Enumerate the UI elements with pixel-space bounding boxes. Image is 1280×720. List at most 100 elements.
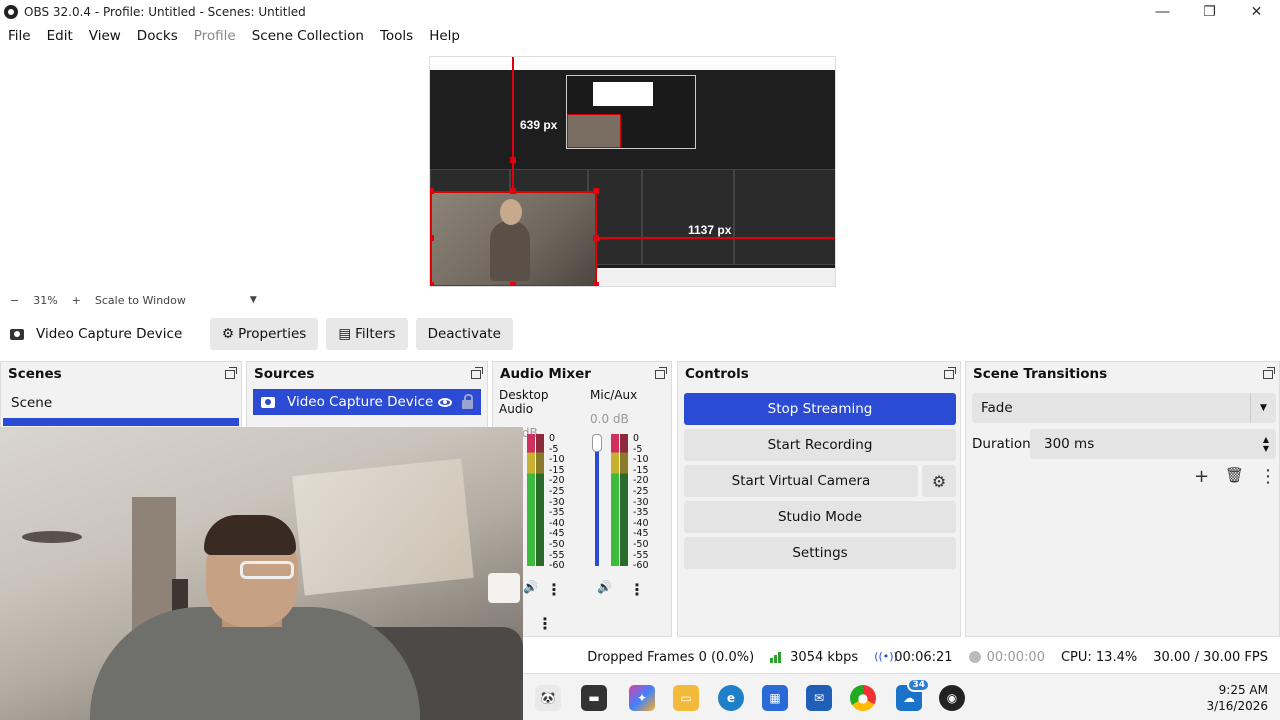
resize-handle[interactable]	[593, 235, 599, 241]
scenes-title: Scenes	[8, 366, 62, 382]
studio-mode-button[interactable]: Studio Mode	[684, 501, 956, 533]
undock-icon[interactable]	[1263, 366, 1275, 379]
teams-chat-icon[interactable]: ☁ 34	[896, 678, 930, 711]
deactivate-button[interactable]: Deactivate	[415, 318, 513, 350]
menu-profile[interactable]: Profile	[186, 28, 244, 44]
close-button[interactable]: ✕	[1233, 0, 1280, 23]
mic-volume-knob[interactable]	[592, 434, 602, 452]
outlook-icon[interactable]: ✉	[806, 685, 832, 711]
resize-handle[interactable]	[430, 235, 434, 241]
resize-handle[interactable]	[593, 188, 599, 194]
status-bar: Dropped Frames 0 (0.0%) 3054 kbps ((•)) …	[523, 647, 1280, 667]
mic-aux-meter	[611, 434, 619, 566]
menu-file[interactable]: File	[0, 28, 39, 44]
obs-taskbar-icon[interactable]: ◉	[939, 685, 965, 711]
zoom-in-button[interactable]: +	[72, 294, 81, 307]
stop-streaming-button[interactable]: Stop Streaming	[684, 393, 956, 425]
duration-spinbox[interactable]: 300 ms ▲ ▼	[1030, 429, 1276, 459]
undock-icon[interactable]	[225, 366, 237, 379]
bitrate-indicator: 3054 kbps	[770, 650, 858, 665]
gear-icon: ⚙	[222, 326, 235, 342]
record-icon	[968, 651, 981, 663]
person-hair	[204, 515, 296, 555]
resize-handle[interactable]	[430, 282, 434, 286]
menu-bar: File Edit View Docks Profile Scene Colle…	[0, 23, 1280, 48]
transition-select[interactable]: Fade ▼	[972, 393, 1276, 423]
undock-icon[interactable]	[471, 366, 483, 379]
kebab-menu-icon[interactable]	[629, 580, 645, 599]
microsoft-store-icon[interactable]: ▦	[762, 685, 788, 711]
resize-handle[interactable]	[510, 282, 516, 286]
filter-icon: ▤	[338, 326, 352, 342]
scene-list-item-selected[interactable]	[3, 418, 239, 426]
menu-edit[interactable]: Edit	[39, 28, 81, 44]
resize-handle[interactable]	[593, 282, 599, 286]
camera-icon	[261, 396, 275, 408]
mic-aux-channel: Mic/Aux 0.0 dB	[590, 388, 638, 426]
scale-mode-select[interactable]: Scale to Window	[95, 294, 186, 307]
add-transition-plus-icon[interactable]: +	[1194, 466, 1209, 487]
spin-arrows-icon[interactable]: ▲ ▼	[1256, 429, 1276, 459]
db-scale: 0 -5 -10 -15 -20 -25 -30 -35 -40 -45 -50 -55 -60	[633, 433, 649, 572]
filters-button[interactable]: ▤ Filters	[326, 318, 408, 350]
controls-title: Controls	[685, 366, 749, 382]
nested-menu-bar	[430, 64, 835, 70]
start-recording-button[interactable]: Start Recording	[684, 429, 956, 461]
scene-list-item[interactable]: Scene	[3, 392, 239, 414]
nested-preview	[566, 75, 696, 149]
speaker-icon[interactable]: 🔊	[523, 580, 538, 594]
chrome-browser-icon[interactable]: ●	[850, 685, 876, 711]
speaker-icon[interactable]: 🔊	[597, 580, 612, 594]
system-clock[interactable]: 9:25 AM 3/16/2026	[1206, 682, 1268, 714]
menu-docks[interactable]: Docks	[129, 28, 186, 44]
selected-source-bounding-box[interactable]	[430, 191, 597, 286]
window-controls: ― ❐ ✕	[1139, 0, 1280, 23]
lamp	[488, 573, 520, 603]
properties-button[interactable]: ⚙ Properties	[210, 318, 319, 350]
copilot-icon[interactable]: ✦	[629, 685, 655, 711]
windows-taskbar: 🐼 ▬ ✦ ▭ e ▦ ✉ ● ☁ 34 ◉ 9:25 AM 3/16/2026	[523, 673, 1280, 720]
resize-handle[interactable]	[510, 188, 516, 194]
zoom-out-button[interactable]: −	[10, 294, 19, 307]
undock-icon[interactable]	[655, 366, 667, 379]
menu-scene-collection[interactable]: Scene Collection	[244, 28, 372, 44]
menu-help[interactable]: Help	[421, 28, 468, 44]
preview-canvas[interactable]: 639 px 1137 px	[429, 56, 836, 287]
terminal-icon[interactable]: ▬	[581, 685, 607, 711]
dropped-frames: Dropped Frames 0 (0.0%)	[587, 649, 755, 665]
maximize-button[interactable]: ❐	[1186, 0, 1233, 23]
nested-title-bar	[430, 57, 835, 64]
start-virtual-camera-button[interactable]: Start Virtual Camera	[684, 465, 918, 497]
lock-icon[interactable]	[462, 393, 473, 409]
kebab-menu-icon[interactable]	[546, 580, 562, 599]
remove-transition-trash-icon[interactable]: 🗑	[1225, 466, 1244, 484]
signal-bars-icon	[770, 651, 784, 663]
transition-kebab-menu-icon[interactable]: ⋮	[1259, 466, 1277, 487]
scene-transitions-title: Scene Transitions	[973, 366, 1108, 382]
panda-app-icon[interactable]: 🐼	[535, 685, 561, 711]
fps-indicator: 30.00 / 30.00 FPS	[1153, 649, 1268, 665]
kebab-menu-icon[interactable]	[537, 614, 553, 633]
resize-handle[interactable]	[430, 188, 434, 194]
menu-tools[interactable]: Tools	[372, 28, 421, 44]
settings-button[interactable]: Settings	[684, 537, 956, 569]
menu-view[interactable]: View	[81, 28, 129, 44]
minimize-button[interactable]: ―	[1139, 0, 1186, 23]
edge-browser-icon[interactable]: e	[718, 685, 744, 711]
mic-volume-slider[interactable]	[595, 434, 599, 566]
camera-icon	[10, 328, 24, 340]
selected-source-name: Video Capture Device	[10, 326, 210, 342]
source-list-item[interactable]: Video Capture Device	[253, 389, 481, 415]
undock-icon[interactable]	[944, 366, 956, 379]
webcam-overlay-video	[0, 427, 523, 720]
visibility-eye-icon[interactable]	[438, 397, 452, 407]
resize-handle[interactable]	[510, 157, 516, 163]
source-toolbar: Video Capture Device ⚙ Properties ▤ Filter…	[0, 316, 1280, 352]
window-title: OBS 32.0.4 - Profile: Untitled - Scenes:…	[24, 4, 306, 19]
virtual-camera-settings-gear-icon[interactable]: ⚙	[922, 465, 956, 497]
stream-timer: ((•)) 00:06:21	[874, 649, 953, 665]
file-explorer-icon[interactable]: ▭	[673, 685, 699, 711]
chevron-down-icon[interactable]: ▼	[250, 295, 257, 305]
chevron-down-icon: ▼	[1250, 393, 1276, 423]
vertical-distance-label: 639 px	[520, 118, 558, 132]
